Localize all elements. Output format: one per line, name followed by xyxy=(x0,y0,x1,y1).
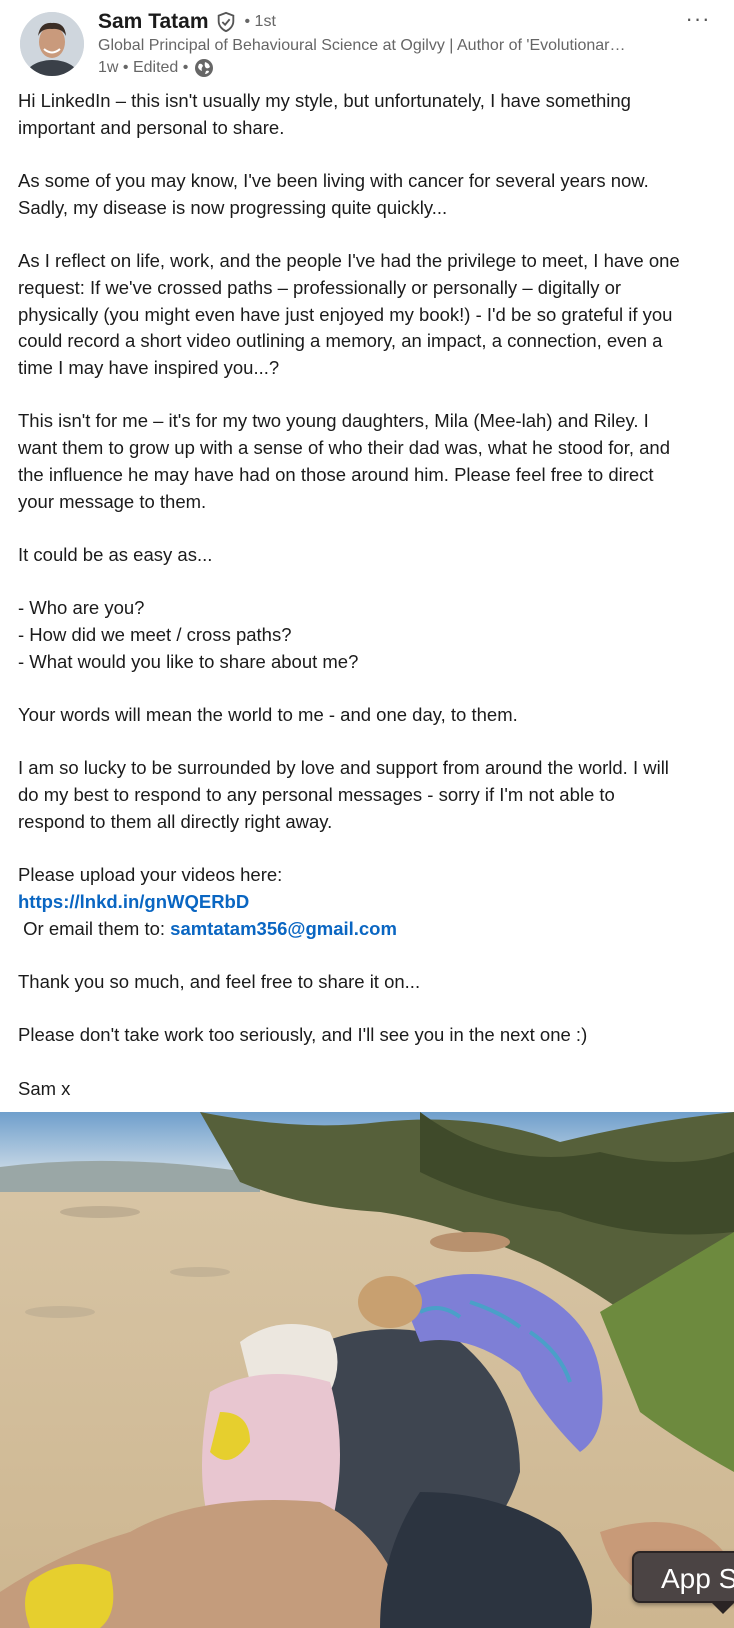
text-line: Sadly, my disease is now progressing qui… xyxy=(18,196,448,218)
verified-shield-icon xyxy=(215,11,237,33)
post-image[interactable] xyxy=(0,1112,734,1628)
text-line: the influence he may have had on those a… xyxy=(18,463,654,485)
text-line: Hi LinkedIn – this isn't usually my styl… xyxy=(18,90,631,111)
text-line: could record a short video outlining a m… xyxy=(18,330,663,352)
paragraph-closing: Please don't take work too seriously, an… xyxy=(18,1022,724,1049)
app-switcher-badge[interactable]: App S xyxy=(632,1551,734,1603)
text-line: respond to them all directly right away. xyxy=(18,810,333,832)
text-line: physically (you might even have just enj… xyxy=(18,303,673,325)
paragraph-words: Your words will mean the world to me - a… xyxy=(18,702,724,729)
text-line: Please don't take work too seriously, an… xyxy=(18,1024,588,1046)
list-item: - How did we meet / cross paths? xyxy=(18,623,292,645)
badge-tail xyxy=(712,1603,734,1614)
upload-prompt: Please upload your videos here: xyxy=(18,864,283,886)
author-headline: Global Principal of Behavioural Science … xyxy=(98,37,626,54)
text-line: want them to grow up with a sense of who… xyxy=(18,437,670,459)
paragraph-upload: Please upload your videos here: https://… xyxy=(18,862,724,942)
text-line: do my best to respond to any personal me… xyxy=(18,784,615,806)
text-line: This isn't for me – it's for my two youn… xyxy=(18,410,649,432)
paragraph-request: As I reflect on life, work, and the peop… xyxy=(18,248,724,382)
email-prompt: Or email them to: xyxy=(18,917,171,939)
text-line: As some of you may know, I've been livin… xyxy=(18,170,649,192)
author-avatar[interactable] xyxy=(20,12,84,76)
paragraph-daughters: This isn't for me – it's for my two youn… xyxy=(18,408,724,515)
upload-link[interactable]: https://lnkd.in/gnWQERbD xyxy=(18,891,249,912)
text-line: It could be as easy as... xyxy=(18,543,213,565)
signoff: Sam x xyxy=(18,1076,724,1103)
text-line: request: If we've crossed paths – profes… xyxy=(18,276,622,298)
paragraph-easy: It could be as easy as... xyxy=(18,542,724,569)
more-options-icon[interactable]: ··· xyxy=(682,6,714,32)
connection-degree: • 1st xyxy=(244,13,276,30)
question-list: - Who are you? - How did we meet / cross… xyxy=(18,595,724,675)
text-line: As I reflect on life, work, and the peop… xyxy=(18,250,680,272)
text-line: important and personal to share. xyxy=(18,116,285,138)
post-text: Hi LinkedIn – this isn't usually my styl… xyxy=(18,88,724,1103)
paragraph-cancer: As some of you may know, I've been livin… xyxy=(18,168,724,221)
text-line: your message to them. xyxy=(18,490,207,512)
text-line: Sam x xyxy=(18,1077,71,1099)
list-item: - Who are you? xyxy=(18,597,145,619)
text-line: Thank you so much, and feel free to shar… xyxy=(18,971,421,993)
email-link[interactable]: samtatam356@gmail.com xyxy=(170,918,397,939)
globe-icon xyxy=(194,58,214,78)
paragraph-support: I am so lucky to be surrounded by love a… xyxy=(18,755,724,835)
paragraph-thanks: Thank you so much, and feel free to shar… xyxy=(18,969,724,996)
text-line: Your words will mean the world to me - a… xyxy=(18,704,518,726)
paragraph-intro: Hi LinkedIn – this isn't usually my styl… xyxy=(18,88,724,141)
text-line: time I may have inspired you...? xyxy=(18,357,280,378)
post-timestamp: 1w • Edited • xyxy=(98,59,189,76)
list-item: - What would you like to share about me? xyxy=(18,650,359,672)
author-name-row: Sam Tatam • 1st xyxy=(98,10,276,34)
author-name[interactable]: Sam Tatam xyxy=(98,10,209,34)
text-line: I am so lucky to be surrounded by love a… xyxy=(18,757,669,779)
post-meta: 1w • Edited • xyxy=(98,58,214,78)
post-header: Sam Tatam • 1st Global Principal of Beha… xyxy=(0,0,734,86)
